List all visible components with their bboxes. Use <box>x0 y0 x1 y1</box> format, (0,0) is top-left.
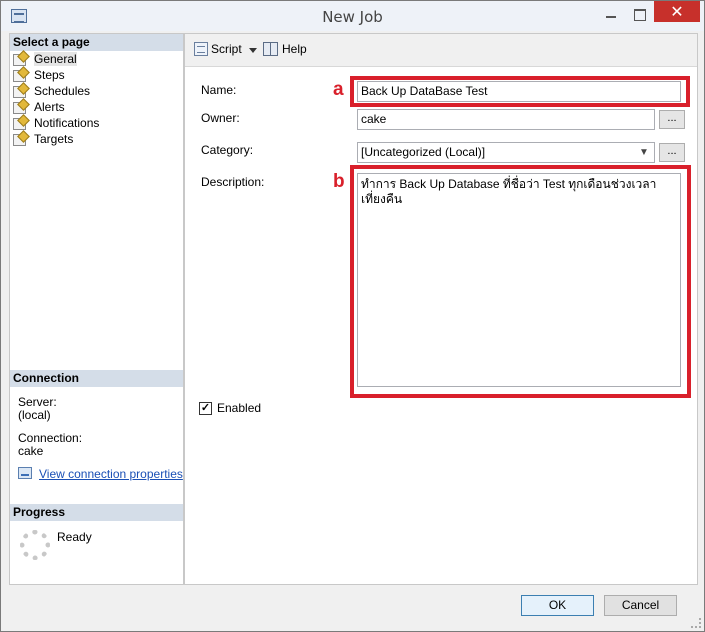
name-label: Name: <box>201 83 237 97</box>
progress-header: Progress <box>10 504 183 521</box>
callout-letter-a: a <box>333 79 344 100</box>
new-job-dialog: New Job ✕ Select a page General Steps Sc… <box>0 0 705 632</box>
sidebar-item-label: Schedules <box>34 84 91 98</box>
resize-grip-icon[interactable] <box>691 618 701 628</box>
category-label: Category: <box>201 143 254 157</box>
callout-box-a <box>350 76 690 107</box>
sidebar-item-notifications[interactable]: Notifications <box>13 116 99 131</box>
callout-box-b <box>350 165 691 398</box>
sidebar-item-alerts[interactable]: Alerts <box>13 100 65 115</box>
sidebar: Select a page General Steps Schedules Al… <box>9 33 184 585</box>
page-icon <box>13 100 27 114</box>
script-label: Script <box>211 42 242 56</box>
server-value: (local) <box>18 408 51 422</box>
close-icon: ✕ <box>670 2 684 21</box>
help-icon <box>263 42 278 56</box>
category-browse-button[interactable]: ... <box>659 143 685 162</box>
minimize-button[interactable] <box>598 3 624 25</box>
check-icon: ✓ <box>200 402 211 414</box>
connection-value: cake <box>18 444 44 458</box>
enabled-label: Enabled <box>217 401 262 415</box>
script-icon <box>194 42 208 56</box>
title-bar: New Job ✕ <box>1 1 704 31</box>
sidebar-item-general[interactable]: General <box>13 52 77 67</box>
script-dropdown-icon[interactable] <box>249 48 257 53</box>
sidebar-item-label: Targets <box>34 132 74 146</box>
page-icon <box>13 132 27 146</box>
sidebar-item-schedules[interactable]: Schedules <box>13 84 90 99</box>
category-value: [Uncategorized (Local)] <box>361 145 486 159</box>
sidebar-item-label: Notifications <box>34 116 100 130</box>
close-button[interactable]: ✕ <box>654 1 700 22</box>
page-icon <box>13 84 27 98</box>
description-label: Description: <box>201 175 265 189</box>
help-label: Help <box>282 42 307 56</box>
toolbar: Script Help <box>185 34 697 67</box>
select-page-header: Select a page <box>10 34 183 51</box>
ok-button[interactable]: OK <box>521 595 594 616</box>
progress-spinner-icon <box>20 530 50 560</box>
properties-icon <box>18 467 32 479</box>
owner-label: Owner: <box>201 111 240 125</box>
maximize-button[interactable] <box>626 3 652 25</box>
owner-browse-button[interactable]: ... <box>659 110 685 129</box>
view-connection-properties-link[interactable]: View connection properties <box>39 467 183 481</box>
sidebar-item-label: Steps <box>34 68 65 82</box>
page-icon <box>13 68 27 82</box>
cancel-button[interactable]: Cancel <box>604 595 677 616</box>
progress-status: Ready <box>57 530 92 544</box>
chevron-down-icon: ▼ <box>639 147 649 158</box>
sidebar-item-steps[interactable]: Steps <box>13 68 65 83</box>
sidebar-item-targets[interactable]: Targets <box>13 132 73 147</box>
callout-letter-b: b <box>333 171 345 192</box>
sidebar-item-label: Alerts <box>34 100 65 114</box>
script-button[interactable]: Script <box>194 42 242 57</box>
help-button[interactable]: Help <box>263 42 307 57</box>
connection-header: Connection <box>10 370 183 387</box>
enabled-checkbox[interactable]: ✓ <box>199 402 212 415</box>
page-icon <box>13 52 27 66</box>
sidebar-item-label: General <box>34 52 77 66</box>
category-select[interactable]: [Uncategorized (Local)] ▼ <box>357 142 655 163</box>
page-icon <box>13 116 27 130</box>
owner-input[interactable]: cake <box>357 109 655 130</box>
view-connection-properties[interactable]: View connection properties <box>18 467 183 481</box>
